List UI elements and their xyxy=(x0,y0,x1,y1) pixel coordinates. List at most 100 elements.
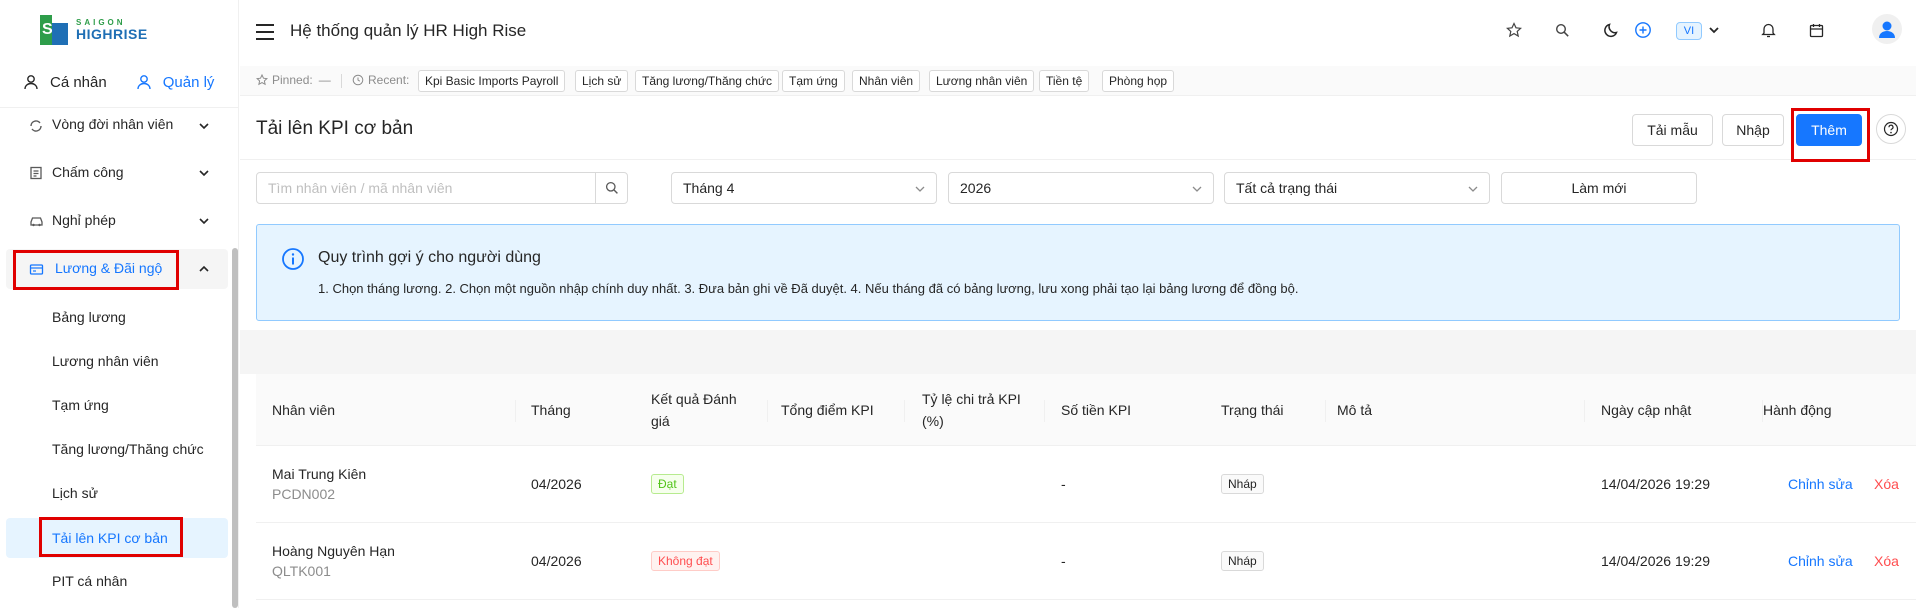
col-result-line2: giá xyxy=(651,413,670,429)
tab-personal[interactable]: Cá nhân xyxy=(22,64,107,100)
col-result-line1: Kết quả Đánh xyxy=(651,391,737,407)
table-header: Nhân viên Tháng Kết quả Đánh giá Tổng điể… xyxy=(256,374,1916,446)
year-select-value: 2026 xyxy=(960,180,992,196)
recent-chip[interactable]: Tiền tệ xyxy=(1039,70,1090,92)
chevron-down-icon xyxy=(199,123,209,130)
sidebar-subitem-label: Lương nhân viên xyxy=(52,353,159,369)
wallet-icon xyxy=(28,261,44,277)
delete-link[interactable]: Xóa xyxy=(1874,476,1899,492)
tab-manage-label: Quản lý xyxy=(162,73,215,91)
download-template-button[interactable]: Tải mẫu xyxy=(1632,114,1713,146)
recent-chip[interactable]: Tăng lương/Thăng chức xyxy=(635,70,780,92)
chevron-down-icon[interactable] xyxy=(1704,20,1724,40)
col-payout-rate: Tỷ lệ chi trả KPI (%) xyxy=(922,374,1021,446)
col-total-score: Tổng điểm KPI xyxy=(781,402,874,418)
moon-icon[interactable] xyxy=(1602,20,1622,40)
recent-chip[interactable]: Lịch sử xyxy=(575,70,629,92)
tab-manage[interactable]: Quản lý xyxy=(135,64,215,100)
row-amount: - xyxy=(1061,553,1066,569)
help-button[interactable] xyxy=(1876,114,1906,144)
calendar-icon[interactable] xyxy=(1806,20,1826,40)
sidebar-subitem-history[interactable]: Lịch sử xyxy=(0,473,230,513)
col-action: Hành động xyxy=(1763,402,1832,418)
col-rate-line2: (%) xyxy=(922,413,944,429)
pinned-recent-bar: Pinned: — Recent: Kpi Basic Imports Payr… xyxy=(240,66,1916,96)
table-row: Mai Trung Kiên PCDN002 04/2026 Đạt - Nhá… xyxy=(256,446,1916,523)
avatar[interactable] xyxy=(1872,14,1902,44)
chevron-down-icon xyxy=(1468,186,1478,192)
recent-chip[interactable]: Lương nhân viên xyxy=(929,70,1035,92)
col-month: Tháng xyxy=(531,402,571,418)
add-button[interactable]: Thêm xyxy=(1796,114,1862,146)
import-button[interactable]: Nhập xyxy=(1722,114,1784,146)
sidebar-item-employee-lifecycle[interactable]: Vòng đời nhân viên xyxy=(0,114,230,138)
status-badge: Nháp xyxy=(1221,474,1264,494)
result-badge: Đạt xyxy=(651,474,684,494)
user-icon xyxy=(135,73,153,91)
star-icon[interactable] xyxy=(1504,20,1524,40)
clipboard-icon xyxy=(28,165,44,181)
col-divider xyxy=(515,400,516,422)
info-description: 1. Chọn tháng lương. 2. Chọn một nguồn n… xyxy=(318,281,1299,296)
chevron-down-icon xyxy=(199,170,209,177)
pinned-label: Pinned: xyxy=(272,73,313,87)
info-icon xyxy=(282,248,304,270)
result-badge: Không đạt xyxy=(651,551,720,571)
status-select[interactable]: Tất cả trạng thái xyxy=(1224,172,1490,204)
search-box xyxy=(256,172,628,204)
month-select[interactable]: Tháng 4 xyxy=(671,172,937,204)
col-amount: Số tiền KPI xyxy=(1061,402,1132,418)
row-updated: 14/04/2026 19:29 xyxy=(1601,553,1710,569)
sidebar-subitem-employee-salary[interactable]: Lương nhân viên xyxy=(0,341,230,381)
sidebar-subitem-raise-promotion[interactable]: Tăng lương/Thăng chức xyxy=(0,429,230,469)
col-divider xyxy=(1044,400,1045,422)
sidebar-item-label: Nghỉ phép xyxy=(52,212,116,228)
sidebar-subitem-label: Bảng lương xyxy=(52,309,126,325)
sidebar: S SAIGON HIGHRISE Cá nhân Quản lý Vòng đ… xyxy=(0,0,239,608)
row-amount: - xyxy=(1061,476,1066,492)
bell-icon[interactable] xyxy=(1758,20,1778,40)
info-alert: Quy trình gợi ý cho người dùng 1. Chọn t… xyxy=(256,224,1900,321)
search-input[interactable] xyxy=(257,173,597,203)
row-updated: 14/04/2026 19:29 xyxy=(1601,476,1710,492)
refresh-button[interactable]: Làm mới xyxy=(1501,172,1697,204)
sidebar-item-payroll-benefits[interactable]: Lương & Đãi ngộ xyxy=(0,252,230,286)
sidebar-item-label: Chấm công xyxy=(52,164,124,180)
sidebar-subitem-payroll-sheet[interactable]: Bảng lương xyxy=(0,297,230,337)
user-avatar-icon xyxy=(1879,21,1895,38)
delete-link[interactable]: Xóa xyxy=(1874,553,1899,569)
year-select[interactable]: 2026 xyxy=(948,172,1214,204)
search-icon[interactable] xyxy=(1552,20,1572,40)
sidebar-scrollbar[interactable] xyxy=(232,248,238,608)
app-title: Hệ thống quản lý HR High Rise xyxy=(290,21,527,40)
month-select-value: Tháng 4 xyxy=(683,180,735,196)
clock-icon xyxy=(352,74,364,86)
sidebar-subitem-advance[interactable]: Tạm ứng xyxy=(0,385,230,425)
logo-text-bottom: HIGHRISE xyxy=(76,26,148,42)
recent-label-group: Recent: xyxy=(352,73,409,87)
company-logo[interactable]: S SAIGON HIGHRISE xyxy=(38,13,162,47)
sidebar-subitem-label: Tăng lương/Thăng chức xyxy=(52,441,204,457)
recent-chip[interactable]: Phòng họp xyxy=(1102,70,1175,92)
add-circle-icon[interactable] xyxy=(1633,20,1653,40)
recent-chip[interactable]: Tạm ứng xyxy=(782,70,845,92)
edit-link[interactable]: Chỉnh sửa xyxy=(1788,476,1853,492)
page-title: Tải lên KPI cơ bản xyxy=(256,118,414,139)
edit-link[interactable]: Chỉnh sửa xyxy=(1788,553,1853,569)
language-selector[interactable]: VI xyxy=(1676,22,1702,40)
sidebar-item-leave[interactable]: Nghỉ phép xyxy=(0,204,230,238)
recent-chip[interactable]: Nhân viên xyxy=(852,70,921,92)
recent-chip[interactable]: Kpi Basic Imports Payroll xyxy=(418,70,566,92)
sidebar-subitem-label: Lịch sử xyxy=(52,485,98,501)
role-tabs: Cá nhân Quản lý xyxy=(0,64,239,108)
menu-toggle-icon[interactable] xyxy=(256,24,274,40)
search-button[interactable] xyxy=(595,173,627,203)
table-row: Hoàng Nguyên Hạn QLTK001 04/2026 Không đ… xyxy=(256,523,1916,600)
logo-mark-icon: S xyxy=(38,15,72,45)
sidebar-subitem-pit[interactable]: PIT cá nhân xyxy=(0,561,230,601)
sidebar-subitem-kpi-upload[interactable]: Tải lên KPI cơ bản xyxy=(6,518,228,558)
chevron-down-icon xyxy=(915,186,925,192)
status-select-value: Tất cả trạng thái xyxy=(1236,180,1338,196)
sidebar-item-attendance[interactable]: Chấm công xyxy=(0,156,230,190)
col-divider xyxy=(904,400,905,422)
